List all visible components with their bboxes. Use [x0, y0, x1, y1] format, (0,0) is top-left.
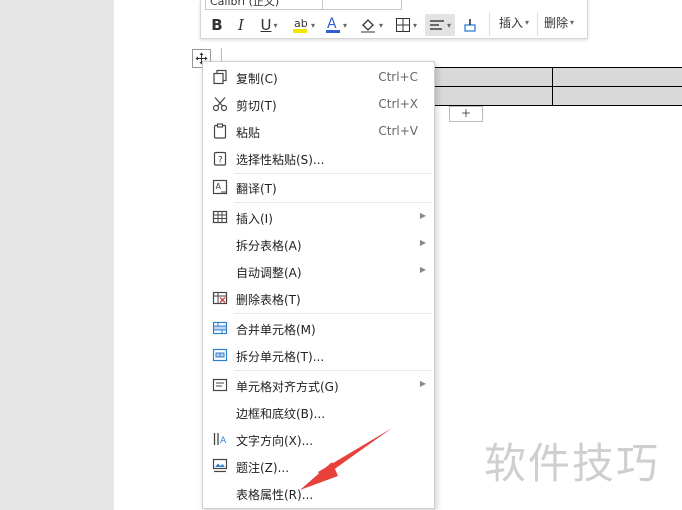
- watermark-text: 软件技巧: [484, 439, 661, 488]
